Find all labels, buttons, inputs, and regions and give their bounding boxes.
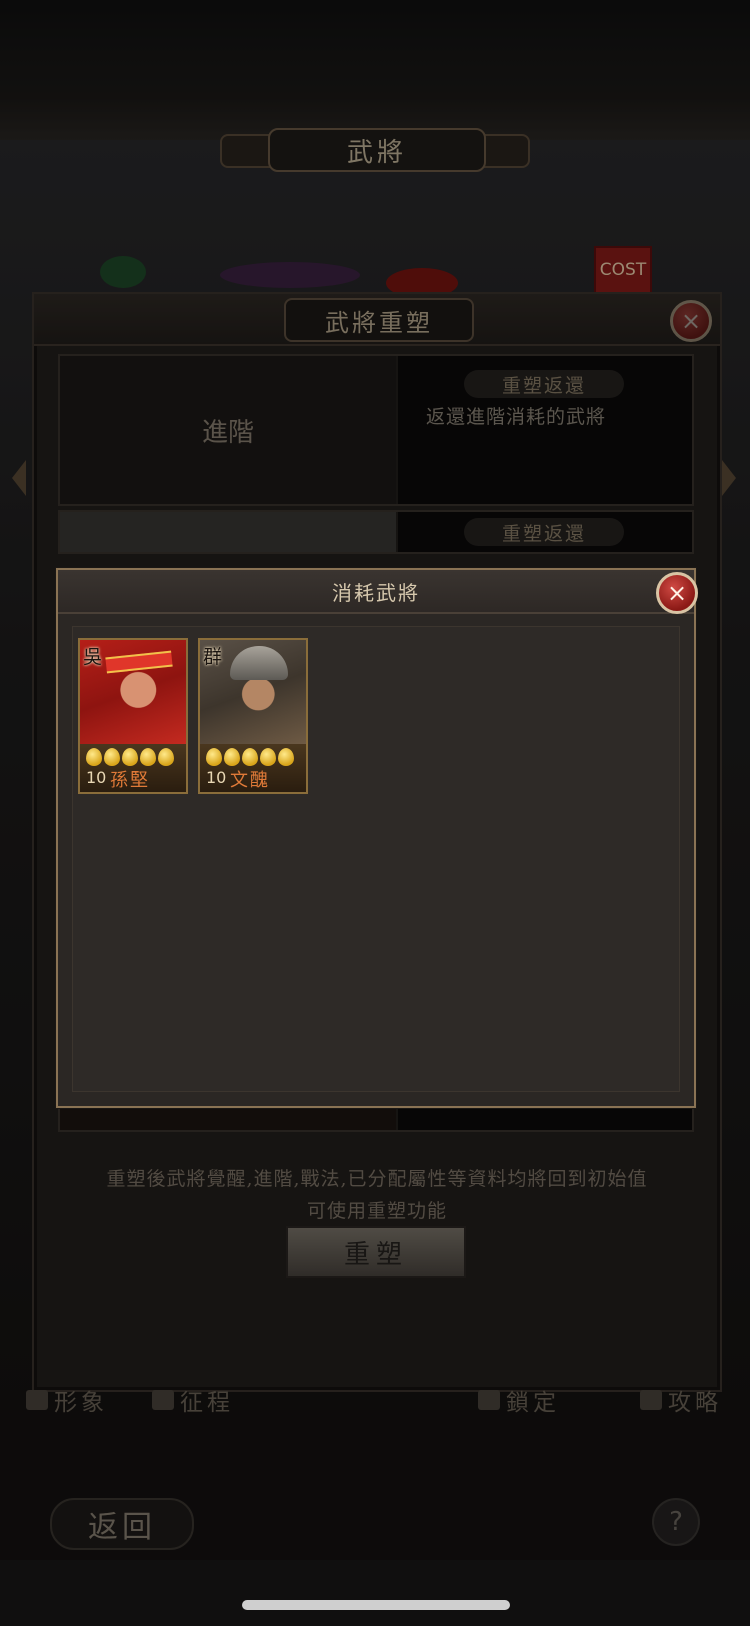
general-name: 文醜 (230, 770, 270, 791)
popup-close-button[interactable]: × (656, 572, 698, 614)
star-icon (242, 748, 258, 766)
star-icon (86, 748, 102, 766)
star-rating (86, 748, 186, 766)
star-icon (122, 748, 138, 766)
general-name: 孫堅 (110, 770, 150, 791)
faction-label: 群 (203, 646, 223, 668)
helmet-decoration (230, 646, 288, 680)
general-card[interactable]: 群 10 文醜 (198, 638, 308, 794)
headband-decoration (105, 650, 173, 674)
popup-title: 消耗武將 (58, 570, 694, 614)
star-rating (206, 748, 306, 766)
star-icon (104, 748, 120, 766)
star-icon (260, 748, 276, 766)
star-icon (278, 748, 294, 766)
close-icon: × (666, 579, 688, 607)
star-icon (206, 748, 222, 766)
star-icon (224, 748, 240, 766)
star-icon (158, 748, 174, 766)
card-cost: 10 (86, 768, 107, 787)
card-cost: 10 (206, 768, 227, 787)
card-info: 10 孫堅 (80, 744, 186, 792)
home-indicator[interactable] (242, 1600, 510, 1610)
consumed-generals-popup: 消耗武將 × 吳 10 孫堅 群 10 文醜 (56, 568, 698, 1108)
general-card[interactable]: 吳 10 孫堅 (78, 638, 188, 794)
star-icon (140, 748, 156, 766)
card-info: 10 文醜 (200, 744, 306, 792)
faction-label: 吳 (83, 646, 103, 668)
